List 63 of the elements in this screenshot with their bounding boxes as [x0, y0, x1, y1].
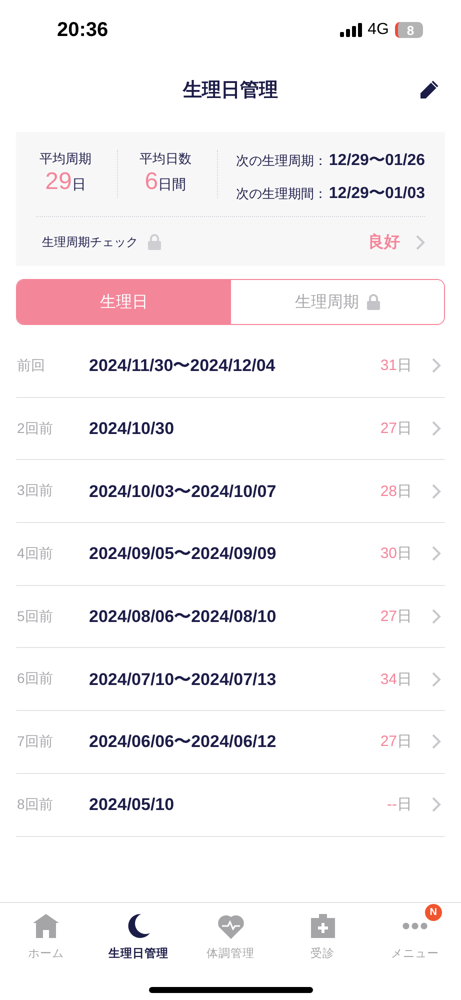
- stat-value: 6 日間: [144, 168, 186, 196]
- next-dates: 12/29〜01/26: [328, 151, 425, 171]
- chevron-icon: [432, 358, 441, 374]
- cycle-days: 28日: [380, 482, 412, 501]
- period-dates: 2024/08/06〜2024/08/10: [89, 606, 276, 628]
- next-label: 次の生理周期：: [236, 152, 327, 170]
- cycle-days: 27日: [380, 732, 412, 752]
- chevron-icon: [432, 609, 441, 624]
- chevron-icon: [432, 672, 441, 687]
- home-icon: [33, 914, 60, 938]
- cycle-days: 27日: [380, 419, 412, 438]
- period-dates: 2024/11/30〜2024/12/04: [89, 355, 276, 378]
- period-label: 3回前: [16, 482, 54, 500]
- chevron-icon: [416, 234, 425, 250]
- more-icon: [402, 922, 428, 930]
- history-row[interactable]: 5回前 2024/08/06〜2024/08/10 27日: [16, 586, 445, 648]
- signal-icon: [340, 23, 362, 37]
- chevron-icon: [432, 484, 441, 499]
- check-label: 生理周期チェック: [42, 234, 138, 250]
- notification-badge: N: [424, 904, 442, 921]
- period-label: 2回前: [16, 420, 54, 438]
- cycle-days: 31日: [380, 356, 412, 376]
- period-dates: 2024/09/05〜2024/09/09: [89, 543, 276, 566]
- history-row[interactable]: 8回前 2024/05/10 --日: [16, 774, 445, 836]
- pencil-icon[interactable]: [418, 79, 440, 101]
- network-type: 4G: [368, 21, 389, 39]
- history-row[interactable]: 6回前 2024/07/10〜2024/07/13 34日: [16, 648, 445, 712]
- history-row[interactable]: 2回前 2024/10/30 27日: [16, 398, 445, 460]
- stat-label: 平均周期: [39, 150, 92, 168]
- period-label: 前回: [16, 356, 46, 375]
- cycle-days: 27日: [380, 607, 412, 626]
- period-label: 8回前: [16, 796, 54, 814]
- cycle-days: 34日: [380, 670, 412, 689]
- period-label: 7回前: [16, 732, 54, 751]
- period-label: 4回前: [16, 544, 54, 563]
- period-dates: 2024/10/03〜2024/10/07: [89, 480, 276, 503]
- chevron-icon: [432, 734, 441, 750]
- period-dates: 2024/05/10: [89, 794, 174, 815]
- chevron-icon: [432, 797, 441, 812]
- battery-icon: 8: [395, 22, 423, 38]
- period-dates: 2024/07/10〜2024/07/13: [89, 668, 276, 691]
- next-dates: 12/29〜01/03: [328, 184, 425, 204]
- period-dates: 2024/06/06〜2024/06/12: [89, 731, 276, 754]
- chevron-icon: [432, 421, 441, 436]
- moon-icon: [126, 913, 150, 939]
- period-dates: 2024/10/30: [89, 418, 174, 439]
- history-row[interactable]: 7回前 2024/06/06〜2024/06/12 27日: [16, 711, 445, 774]
- period-label: 6回前: [16, 670, 54, 688]
- history-row[interactable]: 3回前 2024/10/03〜2024/10/07 28日: [16, 460, 445, 524]
- stat-value: 29 日: [45, 168, 86, 196]
- medical-case-icon: [310, 914, 335, 938]
- cycle-days: 30日: [380, 544, 412, 564]
- chevron-icon: [432, 546, 441, 562]
- heart-pulse-icon: [216, 913, 246, 939]
- clock: 20:36: [57, 18, 108, 42]
- history-row[interactable]: 4回前 2024/09/05〜2024/09/09 30日: [16, 523, 445, 586]
- cycle-days: --日: [387, 795, 412, 814]
- screen-title: 生理日管理: [183, 79, 278, 103]
- next-label: 次の生理期間：: [236, 184, 327, 202]
- nav-tab[interactable]: 生理日管理: [92, 903, 184, 965]
- stat-label: 平均日数: [139, 150, 192, 168]
- history-row[interactable]: 前回 2024/11/30〜2024/12/04 31日: [16, 335, 445, 398]
- period-label: 5回前: [16, 608, 54, 626]
